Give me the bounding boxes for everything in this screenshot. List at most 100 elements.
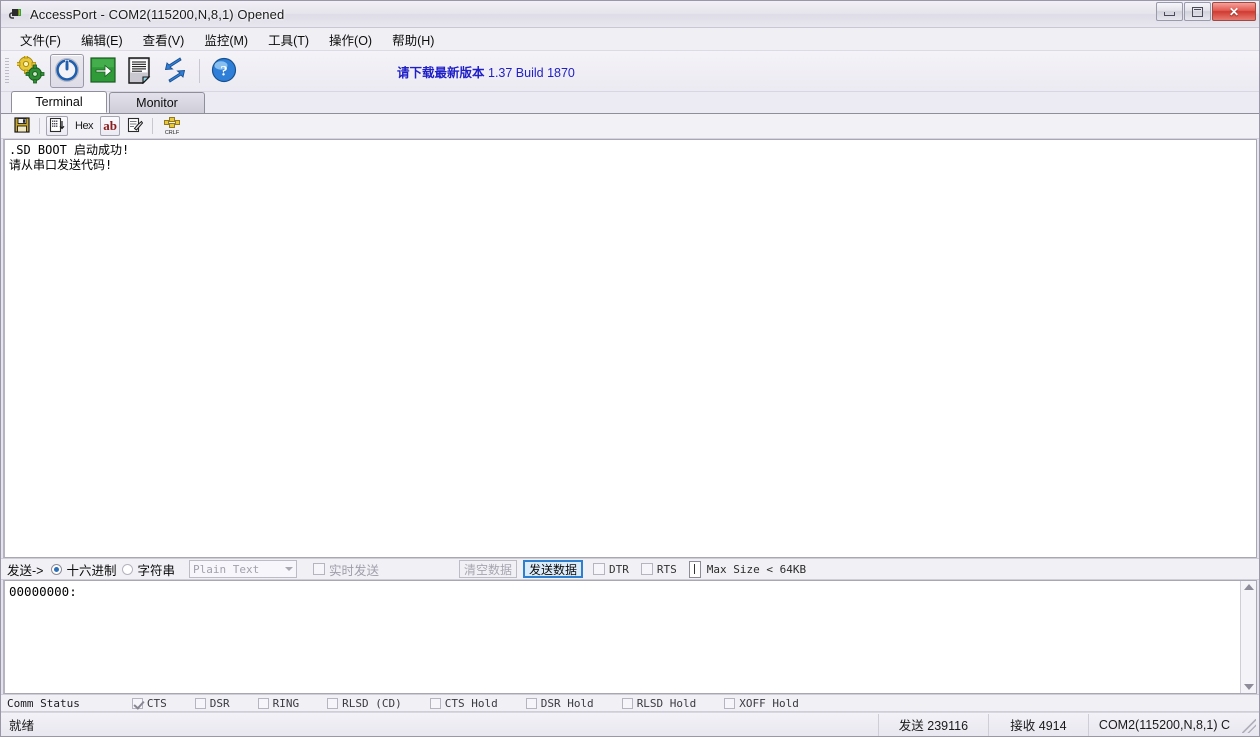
send-data-button[interactable]: 发送数据 [523, 560, 584, 578]
tab-monitor-label: Monitor [136, 96, 178, 110]
config-gears-icon [16, 53, 45, 87]
menu-view[interactable]: 查看(V) [134, 28, 194, 51]
max-size-label: Max Size < 64KB [706, 562, 807, 576]
main-toolbar: ? 请下载最新版本 1.37 Build 1870 [1, 51, 1259, 92]
close-icon: ✕ [1228, 4, 1240, 19]
help-question-icon: ? [210, 56, 238, 87]
cts-box [131, 697, 143, 709]
menu-edit[interactable]: 编辑(E) [72, 28, 132, 51]
size-gauge-icon [688, 560, 701, 578]
accessport-window: AccessPort - COM2(115200,N,8,1) Opened ✕… [0, 0, 1260, 737]
comm-status-bar: Comm Status CTS DSR RING RLSD (CD) CTS H… [1, 694, 1259, 712]
format-select-value: Plain Text [193, 562, 260, 576]
terminal-line-2: 请从串口发送代码! [9, 158, 113, 172]
maximize-button[interactable] [1184, 2, 1211, 21]
realtime-send-label: 实时发送 [329, 563, 380, 578]
comm-status-title: Comm Status [7, 696, 80, 710]
chevron-down-icon [285, 567, 293, 571]
svg-text:CRLF: CRLF [165, 130, 180, 135]
cts-label: CTS [146, 696, 167, 710]
rlsd-label: RLSD (CD) [342, 696, 402, 710]
status-bar: 就绪 发送 239116 接收 4914 COM2(115200,N,8,1) … [1, 712, 1259, 736]
status-rx-count: 接收 4914 [989, 713, 1089, 736]
help-button[interactable]: ? [207, 54, 241, 88]
edit-check-button[interactable] [124, 116, 146, 136]
radio-string-label: 字符串 [137, 563, 175, 578]
comm-status-cts-hold[interactable]: CTS Hold [429, 696, 498, 710]
comm-status-ring[interactable]: RING [257, 697, 299, 710]
exchange-button[interactable] [158, 54, 192, 88]
document-button[interactable] [122, 54, 156, 88]
dtr-box [593, 563, 606, 575]
comm-status-dsr-hold[interactable]: DSR Hold [525, 697, 594, 710]
menu-operation[interactable]: 操作(O) [320, 28, 381, 51]
export-list-button[interactable] [46, 116, 68, 136]
clear-data-button[interactable]: 清空数据 [459, 560, 518, 578]
crlf-button[interactable]: CRLF [159, 116, 185, 136]
toolbar-separator [199, 59, 200, 83]
minimize-icon [1164, 12, 1175, 16]
xoff-hold-box [724, 697, 736, 709]
tab-monitor[interactable]: Monitor [109, 92, 205, 113]
menu-help[interactable]: 帮助(H) [383, 28, 443, 51]
comm-status-rlsd[interactable]: RLSD (CD) [327, 697, 402, 710]
power-toggle-button[interactable] [50, 54, 84, 88]
rts-box [640, 563, 653, 575]
rlsd-box [327, 697, 339, 709]
dtr-checkbox[interactable]: DTR [593, 563, 629, 576]
terminal-line-1: .SD BOOT 启动成功! [9, 143, 130, 157]
config-gears-button[interactable] [14, 53, 48, 88]
terminal-output-panel: .SD BOOT 启动成功! 请从串口发送代码! [3, 139, 1257, 558]
comm-status-cts[interactable]: CTS [131, 696, 167, 710]
hex-view-label: Hex [75, 120, 94, 132]
toolbar-grip[interactable] [5, 58, 9, 84]
tab-terminal[interactable]: Terminal [11, 91, 107, 113]
window-title: AccessPort - COM2(115200,N,8,1) Opened [30, 6, 285, 22]
rts-label: RTS [656, 562, 677, 576]
export-list-icon [49, 117, 65, 136]
terminal-toolbar: Hex ab CRLF [1, 114, 1259, 139]
format-select[interactable]: Plain Text [189, 560, 297, 578]
crlf-icon: CRLF [162, 115, 182, 138]
radio-hex-indicator [51, 563, 63, 575]
version-notice[interactable]: 请下载最新版本 1.37 Build 1870 [397, 62, 575, 81]
serial-plug-icon [7, 5, 25, 23]
send-control-bar: 发送-> 十六进制 字符串 Plain Text 实时发送 清空数据 发送数据 … [1, 558, 1259, 580]
send-button-toolbar[interactable] [86, 54, 120, 88]
tab-terminal-label: Terminal [35, 95, 83, 109]
comm-status-rlsd-hold[interactable]: RLSD Hold [621, 697, 696, 710]
menu-monitor[interactable]: 监控(M) [195, 28, 257, 51]
radio-string[interactable]: 字符串 [122, 560, 175, 579]
hex-view-button[interactable]: Hex [72, 116, 96, 136]
resize-grip[interactable] [1242, 719, 1256, 733]
clear-data-label: 清空数据 [464, 562, 513, 577]
hex-input-scrollbar[interactable] [1240, 581, 1256, 693]
realtime-send-checkbox[interactable]: 实时发送 [313, 560, 379, 579]
hex-input-panel: 00000000: [3, 580, 1257, 694]
close-button[interactable]: ✕ [1212, 2, 1256, 21]
menu-file[interactable]: 文件(F) [11, 28, 70, 51]
hex-input[interactable]: 00000000: [5, 581, 1240, 693]
scroll-up-icon[interactable] [1243, 584, 1254, 590]
ascii-view-button[interactable]: ab [100, 116, 121, 136]
version-number: 1.37 Build 1870 [488, 66, 575, 80]
terminal-output[interactable]: .SD BOOT 启动成功! 请从串口发送代码! [5, 140, 1256, 557]
menu-tools[interactable]: 工具(T) [259, 28, 318, 51]
minimize-button[interactable] [1156, 2, 1183, 21]
ascii-view-label: ab [103, 118, 117, 133]
rts-checkbox[interactable]: RTS [640, 562, 677, 576]
title-bar: AccessPort - COM2(115200,N,8,1) Opened ✕ [1, 1, 1259, 28]
cts-hold-box [429, 697, 441, 709]
dsr-label: DSR [209, 696, 230, 710]
radio-hex[interactable]: 十六进制 [51, 560, 116, 579]
save-log-button[interactable] [11, 116, 33, 136]
cts-hold-label: CTS Hold [444, 696, 498, 710]
comm-status-xoff-hold[interactable]: XOFF Hold [724, 697, 799, 710]
restore-icon [1192, 6, 1203, 17]
svg-text:?: ? [220, 63, 228, 79]
comm-status-dsr[interactable]: DSR [194, 696, 230, 710]
edit-check-icon [127, 117, 144, 136]
power-toggle-icon [54, 57, 80, 86]
exchange-arrows-icon [161, 56, 189, 87]
scroll-down-icon[interactable] [1243, 684, 1254, 690]
